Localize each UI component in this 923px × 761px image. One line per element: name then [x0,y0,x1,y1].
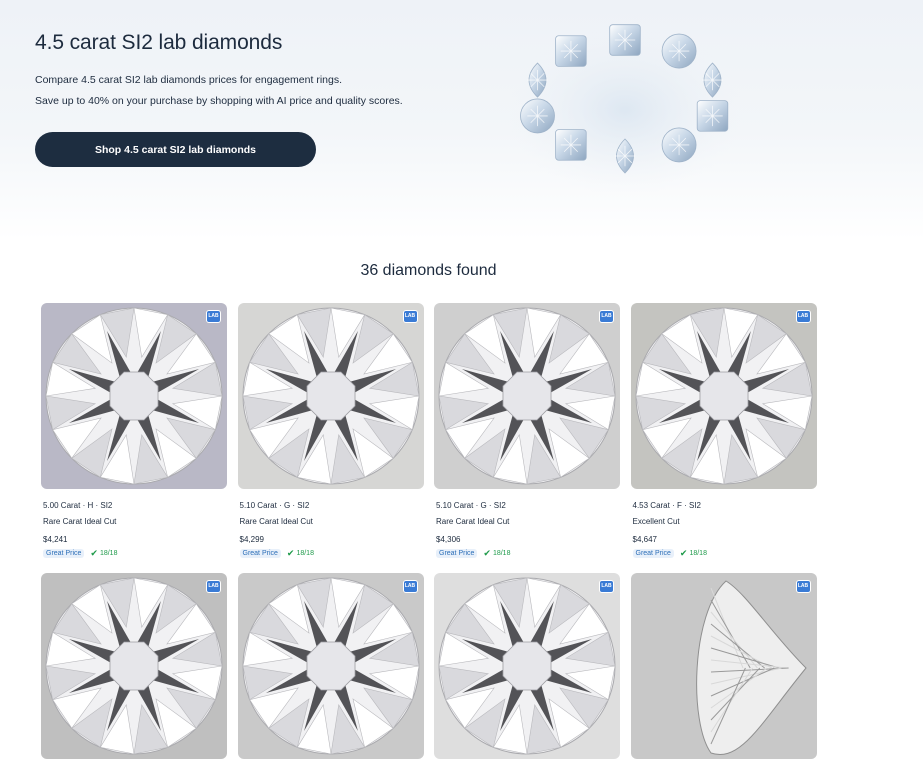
diamond-image [237,573,424,759]
lab-badge: LAB [795,580,811,593]
page-title: 4.5 carat SI2 lab diamonds [35,31,283,54]
hero-section: 4.5 carat SI2 lab diamonds Compare 4.5 c… [0,0,923,240]
great-price-badge: Great Price [43,549,85,558]
diamond-cut: Rare Carat Ideal Cut [436,517,510,526]
diamond-card[interactable]: LAB 5.00 Carat · H · SI2 Rare Carat Ideal … [41,303,227,558]
quality-score-value: 18/18 [492,550,511,557]
quality-score: ✔ 18/18 [483,549,510,558]
badge-row: Great Price ✔ 18/18 [436,549,510,558]
hero-gem [555,35,587,67]
diamond-image [630,303,817,489]
badge-row: Great Price ✔ 18/18 [43,549,117,558]
lab-badge: LAB [599,580,614,593]
quality-score-value: 18/18 [689,550,707,557]
diamond-cut: Excellent Cut [632,517,680,526]
badge-row: Great Price ✔ 18/18 [632,549,707,558]
diamond-image-link[interactable]: LAB [434,303,620,489]
diamond-image-link[interactable]: LAB [630,303,817,489]
check-icon: ✔ [90,548,98,558]
quality-score: ✔ 18/18 [680,549,707,558]
hero-gem [520,98,555,134]
diamond-image-link[interactable]: LAB [237,573,424,759]
diamond-spec: 5.00 Carat · H · SI2 [43,501,113,510]
check-icon: ✔ [483,548,491,558]
diamond-image [630,573,817,759]
hero-description-line-2: Save up to 40% on your purchase by shopp… [35,95,403,107]
great-price-badge: Great Price [239,549,281,558]
diamond-spec: 5.10 Carat · G · SI2 [239,501,310,510]
great-price-badge: Great Price [436,549,478,558]
diamond-image [41,573,227,759]
diamond-cut: Rare Carat Ideal Cut [239,517,313,526]
diamond-card[interactable]: LAB [41,573,227,759]
diamond-card[interactable]: LAB 4.53 Carat · F · SI2 Excellent Cut $4,6… [630,303,817,558]
diamond-image-link[interactable]: LAB [41,303,227,489]
hero-gem [661,127,697,163]
results-count: 36 diamonds found [360,262,497,279]
hero-description-line-1: Compare 4.5 carat SI2 lab diamonds price… [35,74,342,86]
diamond-image-link[interactable]: LAB [237,303,424,489]
diamond-cut: Rare Carat Ideal Cut [43,517,117,526]
diamond-card[interactable]: LAB [237,573,424,759]
great-price-badge: Great Price [632,549,674,558]
hero-description: Compare 4.5 carat SI2 lab diamonds price… [35,70,403,112]
lab-badge: LAB [402,310,418,323]
diamond-price: $4,299 [239,535,264,544]
diamond-card[interactable]: LAB 5.10 Carat · G · SI2 Rare Carat Ideal … [434,303,620,558]
quality-score: ✔ 18/18 [287,549,314,558]
lab-badge: LAB [402,580,418,593]
diamond-image [41,303,227,489]
diamond-image-link[interactable]: LAB [630,573,817,759]
diamond-spec: 4.53 Carat · F · SI2 [632,501,701,510]
diamond-ring-illustration [507,24,743,195]
hero-gem [696,100,729,132]
quality-score-value: 18/18 [296,550,314,557]
badge-row: Great Price ✔ 18/18 [239,549,314,558]
lab-badge: LAB [795,310,811,323]
hero-gem [661,33,697,69]
diamond-image-link[interactable]: LAB [41,573,227,759]
diamond-price: $4,647 [632,535,657,544]
lab-badge: LAB [599,310,614,323]
diamond-card[interactable]: LAB [630,573,817,759]
diamond-card[interactable]: LAB [434,573,620,759]
diamond-image [434,303,620,489]
diamond-image [434,573,620,759]
diamond-price: $4,241 [43,535,68,544]
lab-badge: LAB [206,310,221,323]
diamond-card[interactable]: LAB 5.10 Carat · G · SI2 Rare Carat Ideal … [237,303,424,558]
shop-button[interactable]: Shop 4.5 carat SI2 lab diamonds [35,132,316,167]
check-icon: ✔ [679,548,688,558]
diamond-spec: 5.10 Carat · G · SI2 [436,501,506,510]
quality-score: ✔ 18/18 [90,549,117,558]
lab-badge: LAB [206,580,221,593]
diamond-price: $4,306 [436,535,461,544]
hero-gem [609,24,641,56]
hero-gem [555,129,587,161]
diamond-image [237,303,424,489]
quality-score-value: 18/18 [99,550,118,557]
diamond-image-link[interactable]: LAB [434,573,620,759]
check-icon: ✔ [286,548,295,558]
